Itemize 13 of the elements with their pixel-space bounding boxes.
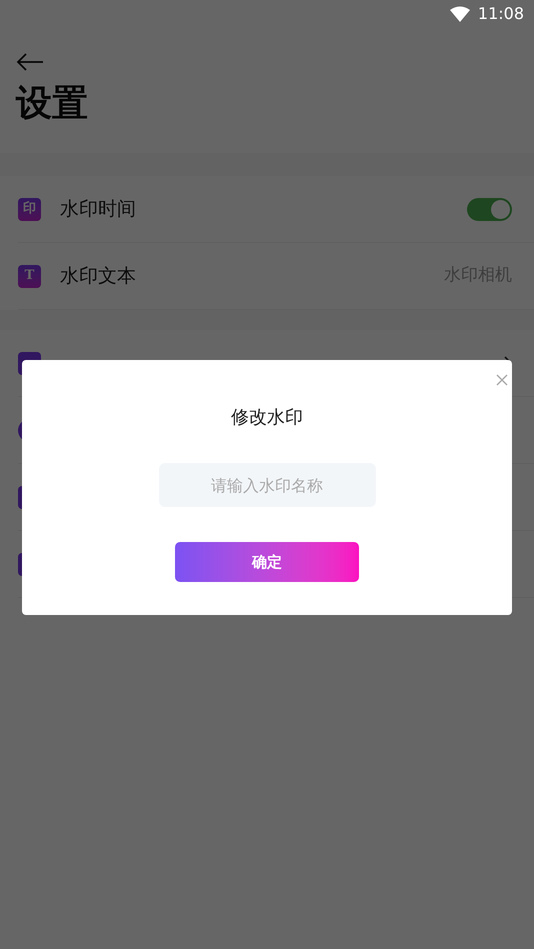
dialog-title: 修改水印 xyxy=(231,406,303,430)
watermark-icon: 印 xyxy=(18,198,41,220)
setting-label: 水印文本 xyxy=(60,264,137,289)
confirm-button[interactable]: 确定 xyxy=(175,542,359,582)
status-time: 11:08 xyxy=(478,3,524,25)
toggle-switch[interactable] xyxy=(467,198,512,220)
setting-label: 水印时间 xyxy=(60,196,137,222)
page-title: 设置 xyxy=(16,86,88,122)
wifi-icon xyxy=(450,6,470,22)
close-icon[interactable] xyxy=(496,374,508,386)
back-icon[interactable] xyxy=(16,52,44,72)
watermark-icon: T xyxy=(18,264,41,288)
name-input-field[interactable]: 请输入水印名称 xyxy=(158,463,376,507)
